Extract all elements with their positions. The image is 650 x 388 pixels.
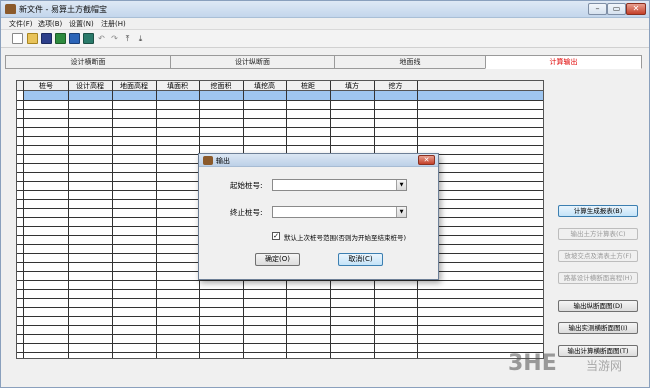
window-title: 新文件 - 易算土方截帽宝 <box>19 5 107 14</box>
dialog-title-bar: 输出 ✕ <box>199 154 438 167</box>
tab-design-profile[interactable]: 设计纵断面 <box>170 55 335 69</box>
app-icon <box>5 4 16 14</box>
grid-row-line <box>17 289 543 290</box>
col-header-fill-cut-height[interactable]: 填挖高 <box>243 81 286 91</box>
new-file-icon[interactable] <box>12 33 23 44</box>
generate-report-button[interactable]: 计算生成报表(B) <box>558 205 638 217</box>
output-calc-section-button[interactable]: 输出计算横断面图(T) <box>558 345 638 357</box>
save-icon[interactable] <box>41 33 52 44</box>
ok-button[interactable]: 确定(O) <box>255 253 300 266</box>
menu-file[interactable]: 文件(F) <box>9 19 33 29</box>
output-dialog: 输出 ✕ 起始桩号: ▼ 终止桩号: ▼ ✓ 默认上次桩号范围(否则为开始至结束… <box>198 153 439 280</box>
chevron-down-icon[interactable]: ▼ <box>396 207 406 217</box>
tab-design-cross-section[interactable]: 设计横断面 <box>5 55 171 69</box>
grid-row-line <box>17 298 543 299</box>
move-up-icon[interactable]: ⤒ <box>122 33 133 44</box>
default-range-checkbox[interactable]: ✓ <box>272 232 280 240</box>
grid-row-line <box>17 280 543 281</box>
dialog-close-button[interactable]: ✕ <box>418 155 435 165</box>
move-down-icon[interactable]: ⤓ <box>135 33 146 44</box>
calculator-icon[interactable] <box>83 33 94 44</box>
start-station-label: 起始桩号: <box>230 181 263 190</box>
tab-calc-output[interactable]: 计算输出 <box>485 55 642 69</box>
dialog-app-icon <box>203 156 213 165</box>
col-header-ground-elev[interactable]: 地面高程 <box>112 81 156 91</box>
close-button[interactable]: ✕ <box>626 3 646 15</box>
chevron-down-icon[interactable]: ▼ <box>396 180 406 190</box>
grid-row-line <box>17 145 543 146</box>
grid-row-line <box>17 316 543 317</box>
word-icon[interactable] <box>69 33 80 44</box>
tab-strip: 设计横断面 设计纵断面 地面线 计算输出 <box>5 55 647 69</box>
grid-row-line <box>17 118 543 119</box>
redo-icon[interactable]: ↷ <box>109 33 120 44</box>
col-header-cut[interactable]: 挖方 <box>374 81 417 91</box>
menu-register[interactable]: 注册(H) <box>101 19 126 29</box>
grid-column-line <box>23 81 24 358</box>
col-header-fill-area[interactable]: 填面积 <box>156 81 199 91</box>
title-bar: 新文件 - 易算土方截帽宝 – ▭ ✕ <box>1 1 649 18</box>
grid-row-line <box>17 307 543 308</box>
grid-header: 桩号 设计高程 地面高程 填面积 挖面积 填挖高 桩距 填方 挖方 <box>17 81 543 91</box>
grid-row-line <box>17 109 543 110</box>
grid-row-line <box>17 325 543 326</box>
grid-row-line <box>17 127 543 128</box>
watermark-logo: 3HE <box>508 351 557 376</box>
start-station-combo[interactable]: ▼ <box>272 179 407 191</box>
minimize-button[interactable]: – <box>588 3 607 15</box>
output-profile-button[interactable]: 输出纵断面图(D) <box>558 300 638 312</box>
menu-settings[interactable]: 设置(N) <box>69 19 94 29</box>
grid-row-line <box>17 352 543 353</box>
grid-column-line <box>112 81 113 358</box>
tab-ground-line[interactable]: 地面线 <box>334 55 486 69</box>
maximize-button[interactable]: ▭ <box>607 3 626 15</box>
open-folder-icon[interactable] <box>27 33 38 44</box>
col-header-station[interactable]: 桩号 <box>24 81 68 91</box>
selected-row[interactable] <box>23 91 543 100</box>
watermark-subtext: 当游网 <box>586 359 623 373</box>
toolbar: ↶ ↷ ⤒ ⤓ <box>1 29 649 48</box>
excel-icon[interactable] <box>55 33 66 44</box>
output-earthwork-table-button[interactable]: 输出土方计算表(C) <box>558 228 638 240</box>
end-station-label: 终止桩号: <box>230 208 263 217</box>
grid-row-line <box>17 136 543 137</box>
default-range-label: 默认上次桩号范围(否则为开始至结束桩号) <box>284 234 407 242</box>
grid-column-line <box>68 81 69 358</box>
cancel-button[interactable]: 取消(C) <box>338 253 383 266</box>
col-header-design-elev[interactable]: 设计高程 <box>68 81 112 91</box>
grid-column-line <box>156 81 157 358</box>
col-header-station-dist[interactable]: 桩距 <box>286 81 330 91</box>
col-header-cut-area[interactable]: 挖面积 <box>199 81 243 91</box>
menu-options[interactable]: 选项(B) <box>38 19 62 29</box>
slope-intersection-button[interactable]: 放坡交点及清表土方(F) <box>558 250 638 262</box>
menu-bar: 文件(F) 选项(B) 设置(N) 注册(H) <box>1 18 649 29</box>
end-station-combo[interactable]: ▼ <box>272 206 407 218</box>
undo-icon[interactable]: ↶ <box>96 33 107 44</box>
grid-row-line <box>17 334 543 335</box>
output-measured-section-button[interactable]: 输出实测横断面图(I) <box>558 322 638 334</box>
grid-row-line <box>17 100 543 101</box>
roadbed-elevation-button[interactable]: 路基设计横断面高程(H) <box>558 272 638 284</box>
app-window: 新文件 - 易算土方截帽宝 – ▭ ✕ 文件(F) 选项(B) 设置(N) 注册… <box>0 0 650 388</box>
dialog-title: 输出 <box>216 157 230 165</box>
grid-row-line <box>17 343 543 344</box>
col-header-fill[interactable]: 填方 <box>330 81 374 91</box>
